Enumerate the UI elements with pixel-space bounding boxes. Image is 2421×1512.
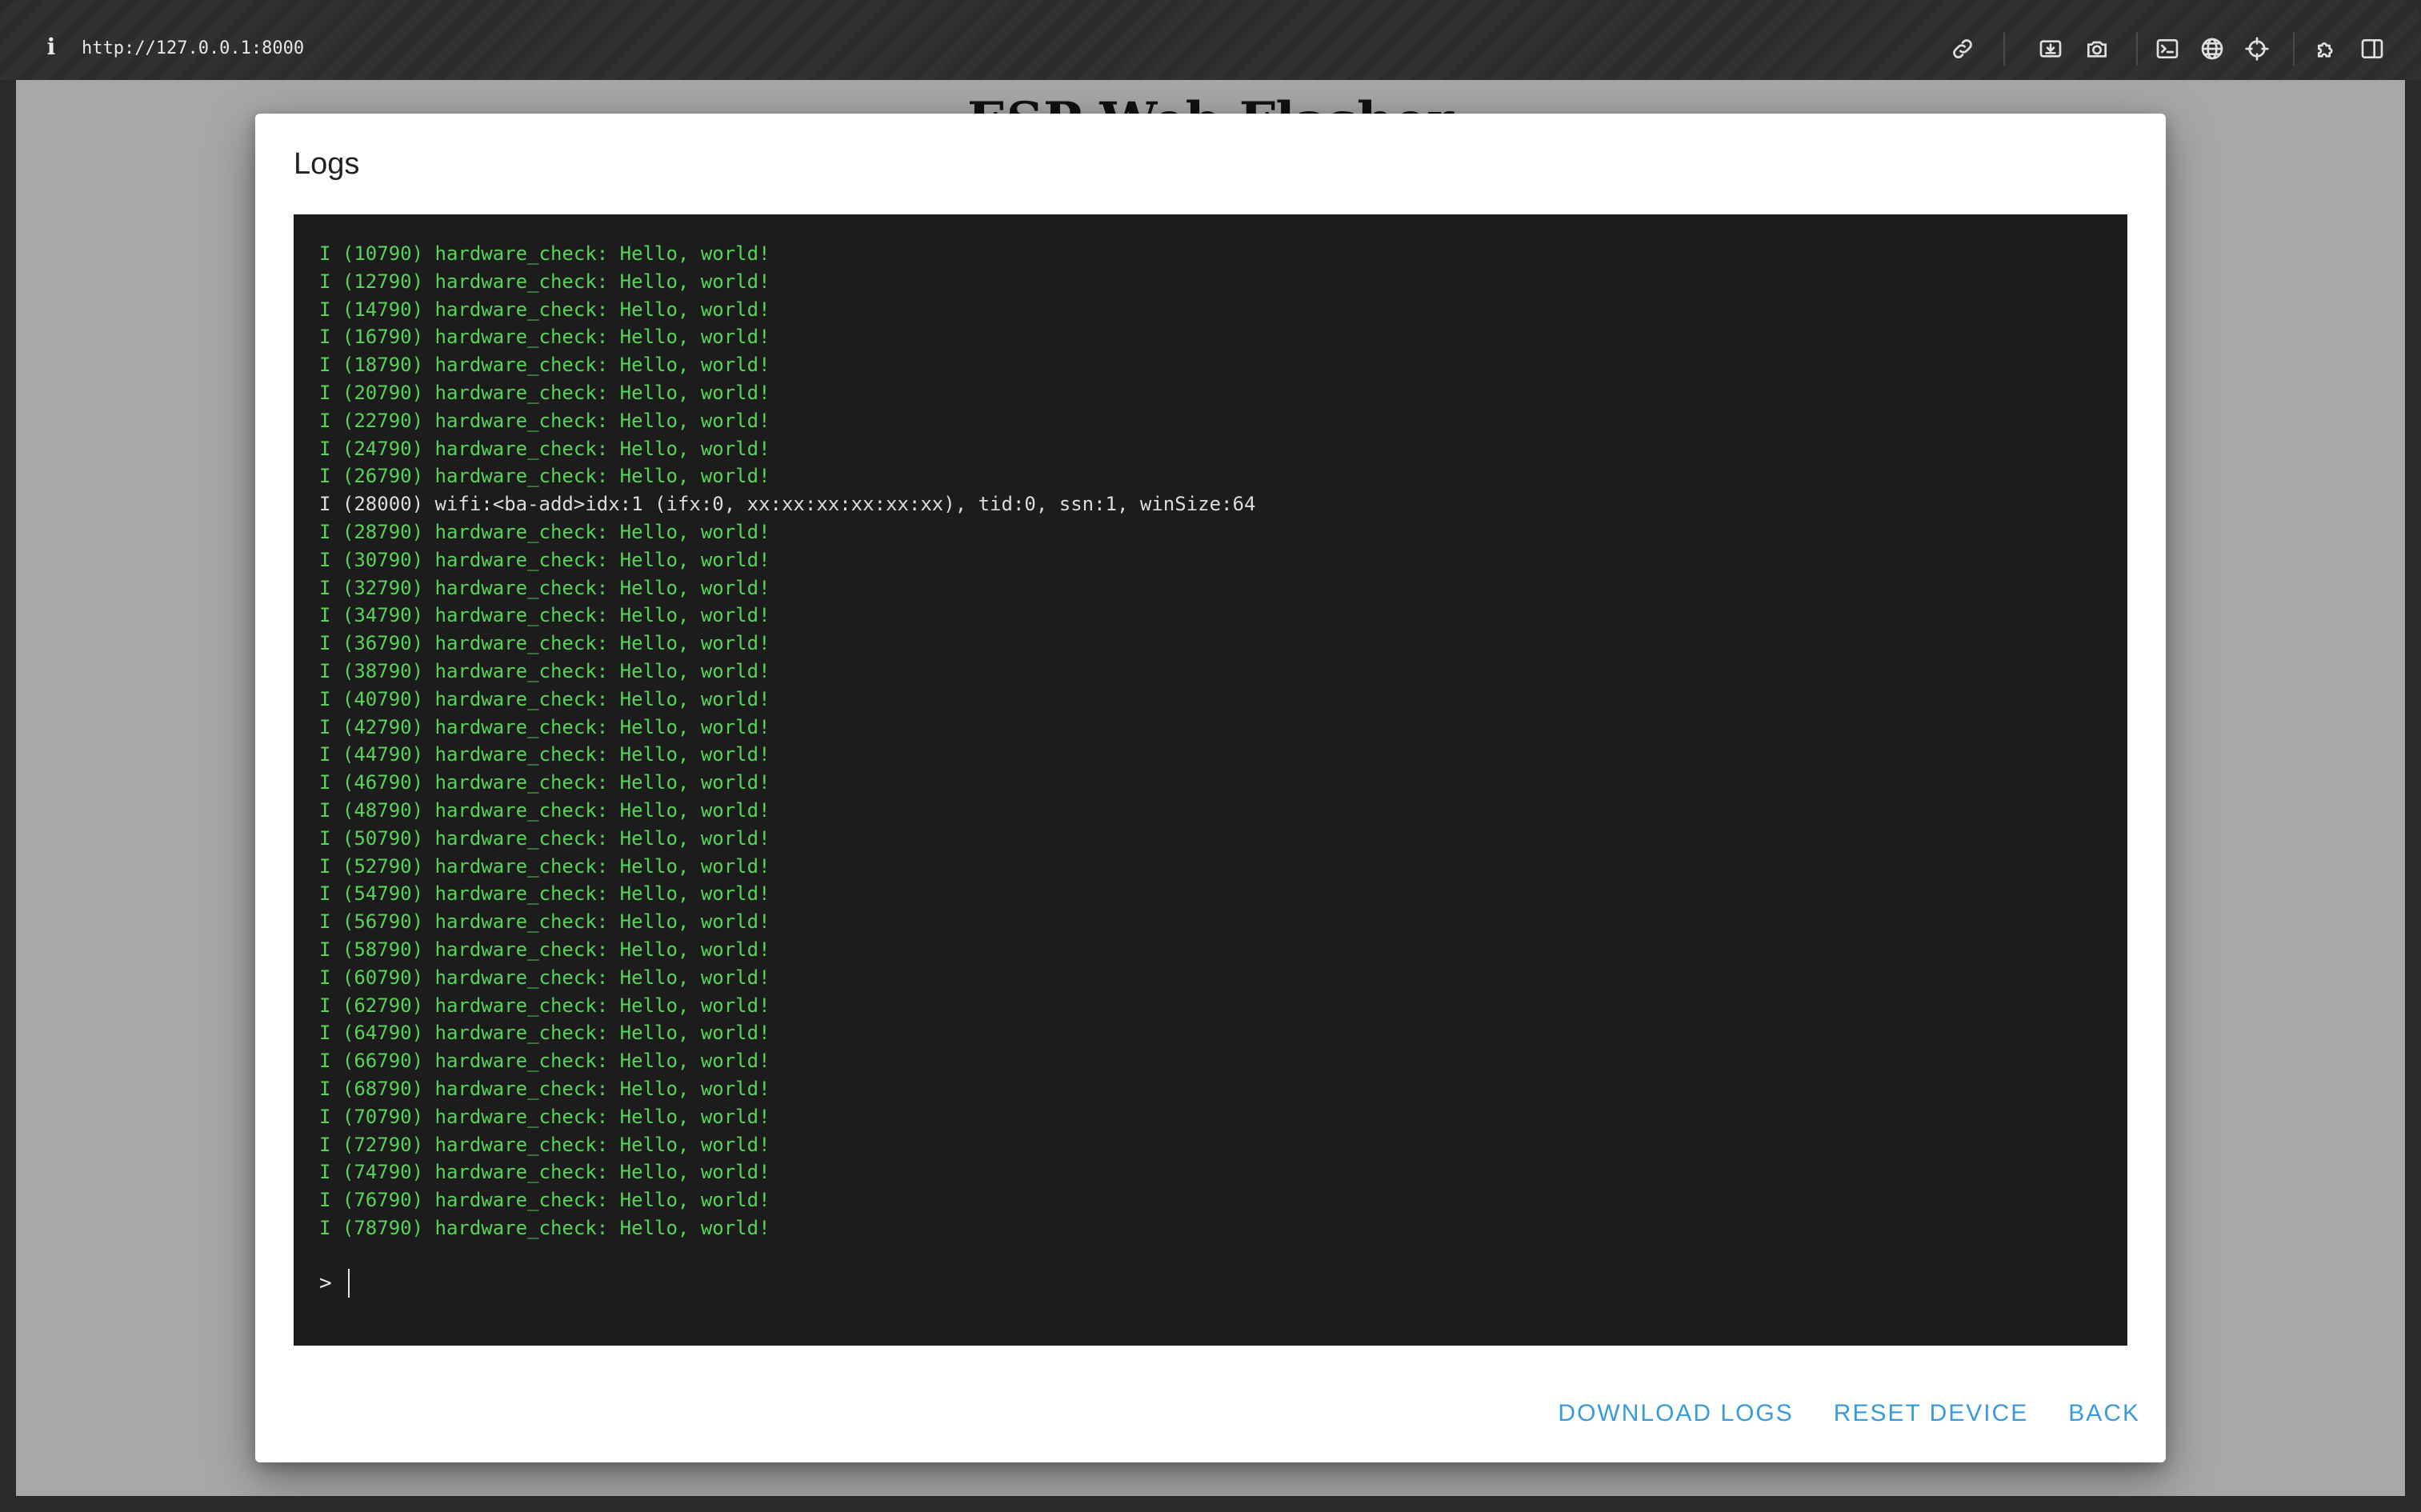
log-line: I (38790) hardware_check: Hello, world!	[319, 659, 770, 682]
log-line: I (66790) hardware_check: Hello, world!	[319, 1050, 770, 1073]
log-line: I (74790) hardware_check: Hello, world!	[319, 1161, 770, 1184]
log-line: I (28790) hardware_check: Hello, world!	[319, 520, 770, 543]
log-line: I (12790) hardware_check: Hello, world!	[319, 270, 770, 293]
log-line: I (72790) hardware_check: Hello, world!	[319, 1133, 770, 1156]
log-line: I (42790) hardware_check: Hello, world!	[319, 715, 770, 738]
download-logs-button[interactable]: Download Logs	[1558, 1394, 1793, 1434]
dialog-title: Logs	[294, 147, 360, 181]
log-line: I (62790) hardware_check: Hello, world!	[319, 994, 770, 1017]
log-line: I (60790) hardware_check: Hello, world!	[319, 966, 770, 989]
log-line: I (16790) hardware_check: Hello, world!	[319, 326, 770, 349]
link-icon[interactable]	[1949, 35, 1976, 62]
download-screenshot-icon[interactable]	[2037, 35, 2064, 62]
log-line: I (76790) hardware_check: Hello, world!	[319, 1189, 770, 1212]
log-line: I (28000) wifi:<ba-add>idx:1 (ifx:0, xx:…	[319, 493, 1256, 516]
log-line: I (40790) hardware_check: Hello, world!	[319, 687, 770, 710]
log-line: I (78790) hardware_check: Hello, world!	[319, 1216, 770, 1239]
log-line: I (50790) hardware_check: Hello, world!	[319, 826, 770, 850]
log-terminal[interactable]: I (10790) hardware_check: Hello, world! I…	[294, 214, 2127, 1346]
extension-icon[interactable]	[2314, 35, 2341, 62]
back-button[interactable]: Back	[2068, 1394, 2140, 1434]
log-line: I (56790) hardware_check: Hello, world!	[319, 910, 770, 934]
log-line: I (58790) hardware_check: Hello, world!	[319, 938, 770, 961]
globe-icon[interactable]	[2199, 35, 2226, 62]
log-line: I (70790) hardware_check: Hello, world!	[319, 1105, 770, 1128]
camera-icon[interactable]	[2083, 35, 2111, 62]
log-line: I (36790) hardware_check: Hello, world!	[319, 632, 770, 655]
log-line: I (52790) hardware_check: Hello, world!	[319, 854, 770, 878]
crosshair-icon[interactable]	[2243, 35, 2271, 62]
logs-dialog: Logs I (10790) hardware_check: Hello, wo…	[255, 114, 2166, 1462]
prompt-symbol: >	[319, 1271, 332, 1295]
log-line: I (30790) hardware_check: Hello, world!	[319, 548, 770, 571]
browser-toolbar: i http://127.0.0.1:8000	[0, 0, 2421, 80]
toolbar-separator	[2003, 32, 2005, 66]
log-line: I (24790) hardware_check: Hello, world!	[319, 437, 770, 460]
log-line: I (18790) hardware_check: Hello, world!	[319, 354, 770, 377]
info-icon[interactable]: i	[42, 34, 61, 61]
log-line: I (34790) hardware_check: Hello, world!	[319, 604, 770, 627]
log-line: I (14790) hardware_check: Hello, world!	[319, 298, 770, 321]
log-line: I (32790) hardware_check: Hello, world!	[319, 576, 770, 599]
log-line: I (54790) hardware_check: Hello, world!	[319, 882, 770, 906]
page-viewport: ESP Web Flasher Logs I (10790) hardware_…	[16, 80, 2405, 1496]
log-line: I (48790) hardware_check: Hello, world!	[319, 798, 770, 822]
split-view-icon[interactable]	[2359, 35, 2386, 62]
console-input[interactable]	[347, 1269, 828, 1298]
address-bar-url[interactable]: http://127.0.0.1:8000	[82, 35, 304, 62]
log-line: I (22790) hardware_check: Hello, world!	[319, 409, 770, 432]
console-prompt: >	[319, 1269, 828, 1298]
terminal-icon[interactable]	[2154, 35, 2181, 62]
log-output: I (10790) hardware_check: Hello, world! I…	[319, 240, 2102, 1242]
log-line: I (20790) hardware_check: Hello, world!	[319, 381, 770, 404]
reset-device-button[interactable]: Reset Device	[1834, 1394, 2029, 1434]
browser-window: i http://127.0.0.1:8000 ESP Web F	[0, 0, 2421, 1512]
log-line: I (44790) hardware_check: Hello, world!	[319, 743, 770, 766]
log-line: I (10790) hardware_check: Hello, world!	[319, 242, 770, 265]
toolbar-separator	[2136, 32, 2138, 66]
log-line: I (26790) hardware_check: Hello, world!	[319, 465, 770, 488]
dialog-actions: Download Logs Reset Device Back	[1558, 1394, 2140, 1434]
log-line: I (64790) hardware_check: Hello, world!	[319, 1022, 770, 1045]
log-line: I (46790) hardware_check: Hello, world!	[319, 771, 770, 794]
log-line: I (68790) hardware_check: Hello, world!	[319, 1077, 770, 1100]
toolbar-separator	[2293, 32, 2295, 66]
